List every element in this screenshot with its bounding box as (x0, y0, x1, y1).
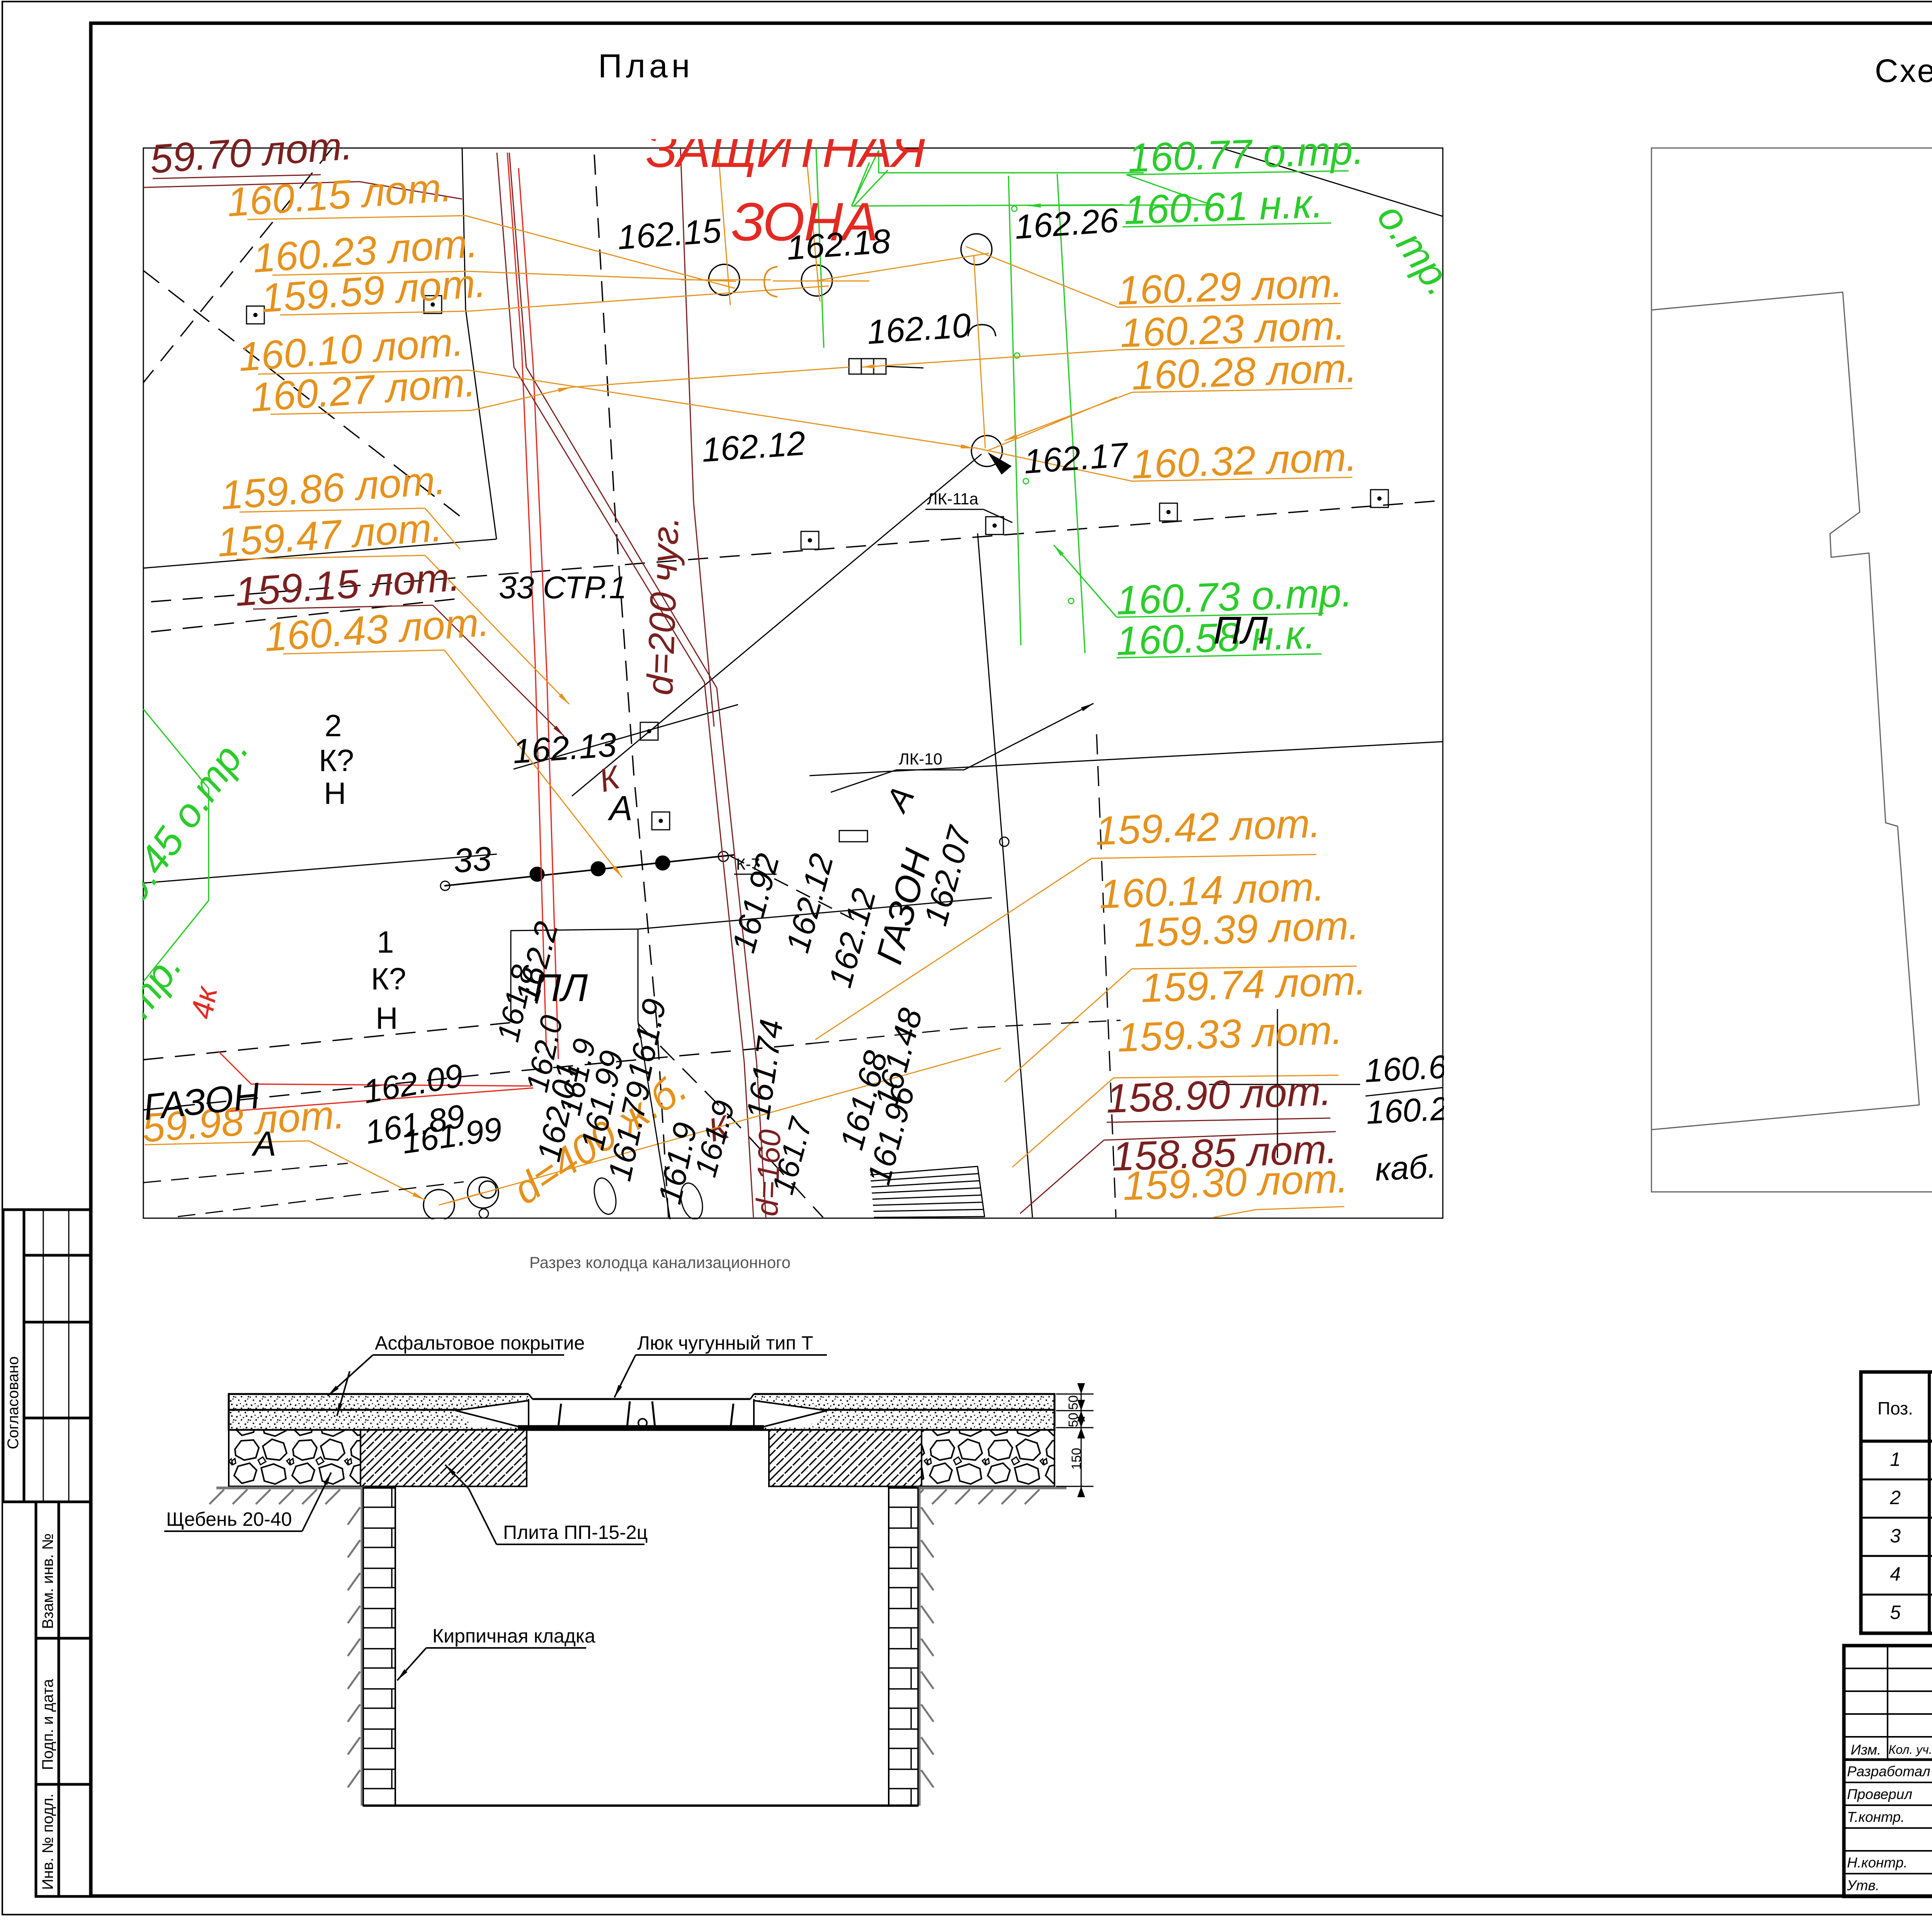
svg-text:162.15: 162.15 (616, 211, 723, 257)
svg-text:160.28 лот.: 160.28 лот. (1131, 346, 1358, 398)
svg-text:Изм.: Изм. (1851, 1742, 1881, 1758)
svg-text:Подп. и дата: Подп. и дата (39, 1679, 56, 1770)
svg-text:Кол. уч.: Кол. уч. (1888, 1743, 1932, 1757)
svg-text:162.10: 162.10 (866, 306, 972, 351)
svg-text:159.42 лот.: 159.42 лот. (1095, 801, 1321, 854)
svg-text:d=200 чуг.: d=200 чуг. (639, 516, 687, 696)
svg-text:ЛК-10: ЛК-10 (899, 750, 942, 768)
svg-text:Разрез колодца канализационног: Разрез колодца канализационного (529, 1253, 791, 1271)
svg-text:162.26: 162.26 (1013, 201, 1119, 246)
svg-text:160.2: 160.2 (1365, 1090, 1449, 1131)
svg-text:159.74 лот.: 159.74 лот. (1140, 958, 1367, 1011)
svg-text:162.12: 162.12 (700, 424, 806, 469)
svg-text:162.13: 162.13 (511, 725, 617, 771)
svg-text:33 СТР.1: 33 СТР.1 (499, 570, 627, 605)
svg-text:Н: Н (376, 1001, 398, 1035)
svg-text:Плита ПП-15-2ц: Плита ПП-15-2ц (503, 1522, 648, 1543)
svg-text:План: План (598, 48, 694, 85)
svg-text:5: 5 (1890, 1602, 1901, 1623)
svg-text:Согласовано: Согласовано (5, 1356, 22, 1449)
svg-text:4: 4 (1890, 1563, 1901, 1585)
svg-text:160.6: 160.6 (1364, 1049, 1448, 1089)
svg-text:160.32 лот.: 160.32 лот. (1131, 434, 1358, 487)
svg-text:Взам. инв. №: Взам. инв. № (39, 1533, 56, 1629)
svg-text:162.18: 162.18 (785, 221, 891, 267)
svg-text:ПЛ: ПЛ (1213, 609, 1268, 652)
svg-text:Разработал: Разработал (1847, 1763, 1930, 1779)
svg-text:Асфальтовое покрытие: Асфальтовое покрытие (375, 1332, 585, 1354)
svg-text:А: А (251, 1125, 276, 1163)
svg-text:Проверил: Проверил (1847, 1786, 1912, 1802)
svg-text:33: 33 (452, 839, 493, 880)
svg-text:Кирпичная кладка: Кирпичная кладка (432, 1625, 595, 1647)
svg-text:150: 150 (1069, 1448, 1084, 1470)
svg-text:2: 2 (325, 708, 342, 743)
svg-text:Н.контр.: Н.контр. (1847, 1855, 1908, 1871)
svg-text:Т.контр.: Т.контр. (1847, 1809, 1905, 1825)
svg-text:159.30 лот.: 159.30 лот. (1122, 1156, 1349, 1209)
svg-text:Поз.: Поз. (1878, 1398, 1913, 1418)
svg-text:Люк чугунный тип Т: Люк чугунный тип Т (637, 1332, 813, 1354)
svg-text:К?: К? (371, 962, 406, 996)
svg-text:К?: К? (319, 743, 354, 778)
svg-text:А: А (607, 789, 633, 828)
svg-text:160.61 н.к.: 160.61 н.к. (1123, 181, 1324, 233)
svg-text:2: 2 (1889, 1487, 1901, 1508)
svg-text:Инв. № подл.: Инв. № подл. (39, 1794, 56, 1890)
svg-text:Схема локальной асфальтировки: Схема локальной асфальтировки (1875, 53, 1932, 89)
svg-text:3: 3 (1890, 1525, 1901, 1547)
svg-text:159.33 лот.: 159.33 лот. (1117, 1008, 1344, 1060)
svg-text:1: 1 (377, 925, 394, 959)
svg-text:1: 1 (1890, 1449, 1901, 1470)
svg-text:ЛК-11а: ЛК-11а (927, 490, 979, 508)
svg-text:Щебень 20-40: Щебень 20-40 (166, 1508, 292, 1530)
svg-text:50: 50 (1066, 1395, 1081, 1410)
svg-text:162.17: 162.17 (1022, 435, 1130, 481)
svg-text:Утв.: Утв. (1847, 1877, 1879, 1893)
svg-text:Н: Н (324, 776, 346, 810)
svg-text:158.90 лот.: 158.90 лот. (1105, 1069, 1332, 1122)
svg-text:50: 50 (1066, 1413, 1081, 1427)
svg-text:159.39 лот.: 159.39 лот. (1133, 903, 1360, 956)
